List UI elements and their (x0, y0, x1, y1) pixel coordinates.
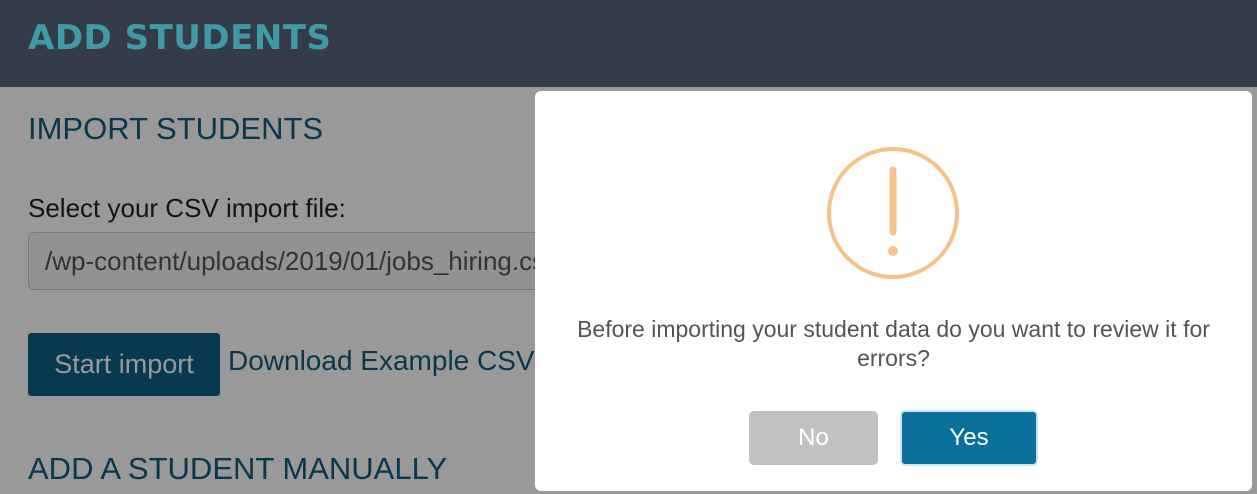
warning-icon (827, 147, 959, 279)
page-header: ADD STUDENTS (0, 0, 1257, 87)
page-title: ADD STUDENTS (28, 18, 332, 58)
page: ADD STUDENTS IMPORT STUDENTS Select your… (0, 0, 1257, 494)
dialog-message: Before importing your student data do yo… (577, 316, 1210, 371)
confirm-dialog: Before importing your student data do yo… (535, 91, 1252, 491)
no-button[interactable]: No (749, 411, 878, 465)
yes-button[interactable]: Yes (900, 410, 1038, 466)
